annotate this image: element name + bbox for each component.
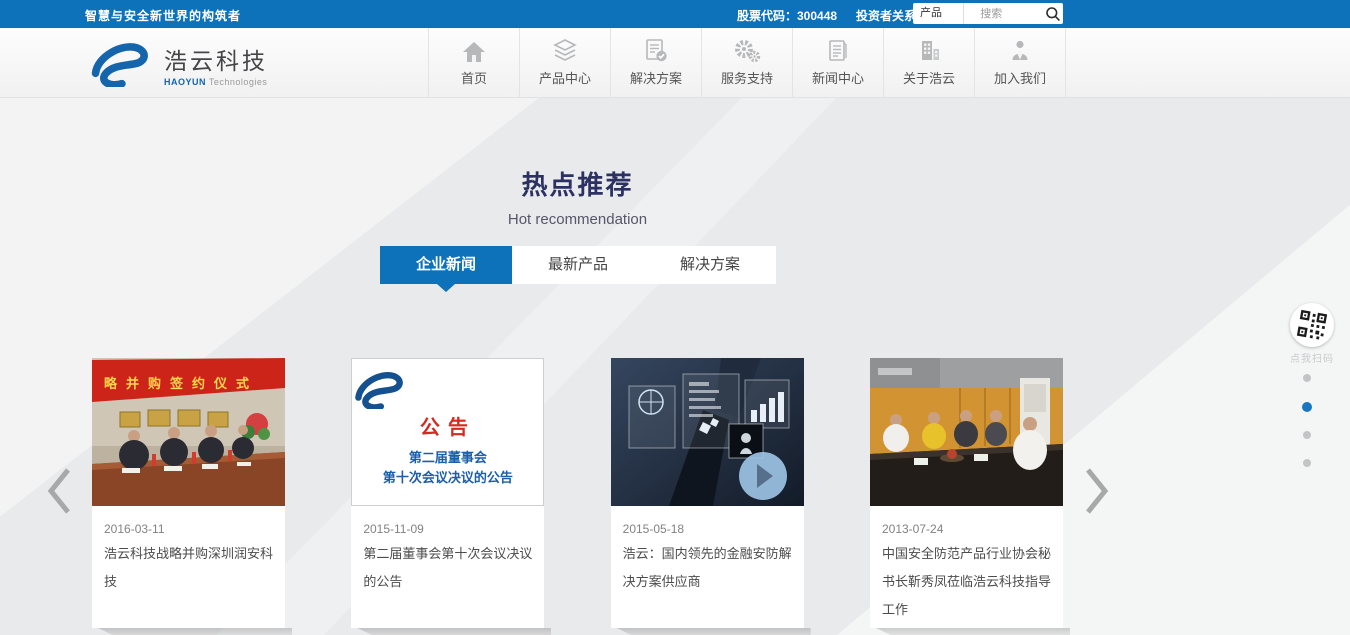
card-date: 2015-05-18 — [623, 522, 792, 536]
conference-room-photo — [870, 358, 1063, 506]
hot-recommendation-section: 热点推荐 Hot recommendation 企业新闻 最新产品 解决方案 — [0, 97, 1350, 635]
announcement-line1: 第二届董事会 — [352, 449, 543, 469]
carousel-dot-3[interactable] — [1303, 431, 1311, 439]
news-card[interactable]: 略并购签约仪式 2016-03-11 浩云科技战略并购深圳润安科技 — [92, 358, 285, 628]
section-heading: 热点推荐 Hot recommendation — [92, 165, 1063, 228]
qr-code-icon[interactable] — [1287, 300, 1338, 351]
announcement-heading: 公告 — [352, 411, 543, 440]
investor-relations-link[interactable]: 投资者关系 — [856, 7, 916, 24]
person-icon — [1007, 38, 1033, 64]
logo-en-rest: Technologies — [209, 77, 268, 87]
nav-label: 加入我们 — [994, 68, 1046, 87]
carousel-dot-2[interactable] — [1302, 402, 1312, 412]
nav-item-join[interactable]: 加入我们 — [974, 28, 1066, 97]
banner-text: 略并购签约仪式 — [104, 376, 258, 391]
carousel-dots — [1302, 374, 1312, 487]
nav-item-news[interactable]: 新闻中心 — [792, 28, 883, 97]
carousel-prev-arrow[interactable] — [44, 466, 74, 521]
business-tech-photo — [611, 358, 804, 506]
qr-widget[interactable]: 点我扫码 — [1288, 303, 1336, 365]
home-icon — [461, 38, 487, 64]
card-body: 2013-07-24 中国安全防范产品行业协会秘书长靳秀凤莅临浩云科技指导工作 — [870, 506, 1063, 624]
card-title: 第二届董事会第十次会议决议的公告 — [363, 540, 532, 596]
card-date: 2015-11-09 — [363, 522, 532, 536]
announcement-card: 公告 第二届董事会 第十次会议决议的公告 — [351, 358, 544, 506]
card-body: 2015-11-09 第二届董事会第十次会议决议的公告 — [351, 506, 544, 596]
search-input[interactable] — [964, 4, 1042, 23]
document-check-icon — [643, 38, 669, 64]
tab-company-news[interactable]: 企业新闻 — [380, 246, 512, 284]
logo-en-bold: HAOYUN — [164, 77, 206, 87]
topbar: 智慧与安全新世界的构筑者 股票代码：300448 投资者关系 产品 — [0, 0, 1350, 28]
card-title: 中国安全防范产品行业协会秘书长靳秀凤莅临浩云科技指导工作 — [882, 540, 1051, 624]
logo-swirl-icon — [88, 37, 154, 92]
news-icon — [825, 38, 851, 64]
stock-code: 股票代码：300448 — [737, 7, 837, 24]
logo-text: 浩云科技 HAOYUN Technologies — [164, 42, 268, 87]
nav-item-home[interactable]: 首页 — [428, 28, 519, 97]
logo-name-cn: 浩云科技 — [164, 42, 268, 76]
card-title: 浩云科技战略并购深圳润安科技 — [104, 540, 273, 596]
nav-item-products[interactable]: 产品中心 — [519, 28, 610, 97]
nav-item-support[interactable]: 服务支持 — [701, 28, 792, 97]
nav-label: 解决方案 — [630, 68, 682, 87]
tab-latest-products[interactable]: 最新产品 — [512, 246, 644, 284]
nav-label: 新闻中心 — [812, 68, 864, 87]
meeting-signing-photo: 略并购签约仪式 — [92, 358, 285, 506]
carousel-dot-4[interactable] — [1303, 459, 1311, 467]
recommendation-tabs: 企业新闻 最新产品 解决方案 — [380, 246, 776, 284]
nav-label: 首页 — [461, 68, 487, 87]
qr-label: 点我扫码 — [1288, 350, 1336, 365]
layers-icon — [552, 38, 578, 64]
section-subtitle: Hot recommendation — [92, 211, 1063, 228]
nav-label: 产品中心 — [539, 68, 591, 87]
announcement-line2: 第十次会议决议的公告 — [352, 469, 543, 489]
card-body: 2015-05-18 浩云：国内领先的金融安防解决方案供应商 — [611, 506, 804, 596]
search-box: 产品 — [913, 3, 1063, 24]
nav-item-about[interactable]: 关于浩云 — [883, 28, 974, 97]
gears-icon — [733, 38, 761, 64]
carousel-dot-1[interactable] — [1303, 374, 1311, 382]
news-card[interactable]: 2013-07-24 中国安全防范产品行业协会秘书长靳秀凤莅临浩云科技指导工作 — [870, 358, 1063, 628]
building-icon — [916, 38, 942, 64]
carousel-next-arrow[interactable] — [1082, 466, 1112, 521]
card-body: 2016-03-11 浩云科技战略并购深圳润安科技 — [92, 506, 285, 596]
haoyun-homepage: 智慧与安全新世界的构筑者 股票代码：300448 投资者关系 产品 浩云科技 H… — [0, 0, 1350, 635]
nav-label: 关于浩云 — [903, 68, 955, 87]
section-title: 热点推荐 — [92, 165, 1063, 202]
search-category-select[interactable]: 产品 — [913, 3, 964, 24]
main-nav: 浩云科技 HAOYUN Technologies 首页 产品中心 — [0, 28, 1350, 98]
nav-label: 服务支持 — [721, 68, 773, 87]
site-slogan: 智慧与安全新世界的构筑者 — [85, 7, 241, 24]
card-date: 2013-07-24 — [882, 522, 1051, 536]
nav-item-solutions[interactable]: 解决方案 — [610, 28, 701, 97]
news-card[interactable]: 2015-05-18 浩云：国内领先的金融安防解决方案供应商 — [611, 358, 804, 628]
logo[interactable]: 浩云科技 HAOYUN Technologies — [88, 37, 268, 92]
card-date: 2016-03-11 — [104, 522, 273, 536]
tab-solutions[interactable]: 解决方案 — [644, 246, 776, 284]
news-card[interactable]: 公告 第二届董事会 第十次会议决议的公告 2015-11-09 第二届董事会第十… — [351, 358, 544, 628]
card-title: 浩云：国内领先的金融安防解决方案供应商 — [623, 540, 792, 596]
nav-list: 首页 产品中心 解决方案 服务支持 — [428, 28, 1066, 97]
announcement-logo-swirl-icon — [352, 367, 543, 409]
news-card-list: 略并购签约仪式 2016-03-11 浩云科技战略并购深圳润安科技 — [92, 358, 1063, 628]
logo-name-en: HAOYUN Technologies — [164, 77, 268, 87]
search-icon[interactable] — [1042, 3, 1063, 24]
